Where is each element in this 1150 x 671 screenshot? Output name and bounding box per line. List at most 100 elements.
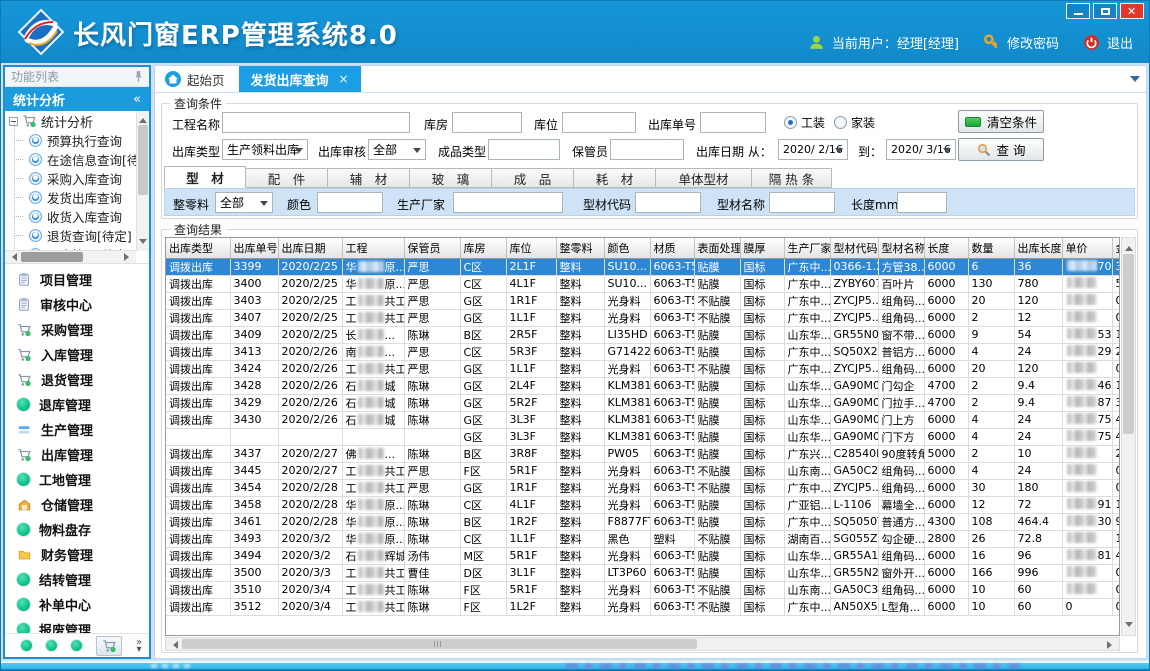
radio-home-decor[interactable]: 家装	[834, 114, 875, 131]
tree-item-6[interactable]: 退货查询[待定]	[5, 226, 136, 245]
column-header[interactable]: 整零料	[556, 238, 604, 258]
overflow-chevron[interactable]: »▾	[136, 639, 142, 653]
sidebar-module-13[interactable]: 结转管理	[5, 567, 149, 592]
column-header[interactable]: 材质	[650, 238, 694, 258]
manufacturer-input[interactable]	[453, 192, 563, 213]
audit-select[interactable]: 全部	[368, 139, 426, 160]
table-row[interactable]: G区3L3F整料KLM38176063-T5贴膜国标山东华...GA90M09.…	[166, 428, 1120, 445]
date-to-select[interactable]: 2020/ 3/16	[886, 139, 956, 160]
table-row[interactable]: 调拨出库34002020/2/25华原...严思C区4L1F整料SU10...6…	[166, 275, 1120, 292]
sidebar-module-15[interactable]: 报废管理	[5, 617, 149, 633]
search-button[interactable]: 查 询	[958, 138, 1044, 161]
date-from-select[interactable]: 2020/ 2/16	[778, 139, 848, 160]
material-tab-4[interactable]: 玻 璃	[410, 168, 492, 188]
material-tab-3[interactable]: 辅 材	[328, 168, 410, 188]
material-tab-7[interactable]: 单体型材	[656, 168, 752, 188]
column-header[interactable]: 出库类型	[166, 238, 230, 258]
column-header[interactable]: 表面处理	[694, 238, 740, 258]
material-tab-2[interactable]: 配 件	[246, 168, 328, 188]
tree-root[interactable]: 统计分析	[5, 111, 136, 131]
change-password-link[interactable]: 修改密码	[1007, 33, 1059, 52]
product-type-input[interactable]	[488, 139, 560, 160]
sidebar-module-3[interactable]: 采购管理	[5, 317, 149, 342]
table-vscroll-thumb[interactable]	[1123, 254, 1134, 434]
material-tab-6[interactable]: 耗 材	[574, 168, 656, 188]
scroll-down-icon[interactable]	[139, 239, 147, 248]
out-type-select[interactable]: 生产领料出库	[222, 139, 308, 160]
scroll-right-icon[interactable]	[124, 253, 133, 261]
module-dot-icon[interactable]	[21, 640, 32, 651]
sidebar-module-4[interactable]: 入库管理	[5, 342, 149, 367]
tab-close-icon[interactable]: ×	[339, 72, 349, 86]
column-header[interactable]: 型材代码	[830, 238, 878, 258]
table-row[interactable]: 调拨出库34542020/2/28工共工程严思G区1R1F整料光身料6063-T…	[166, 479, 1120, 496]
table-horizontal-scrollbar[interactable]	[165, 637, 1120, 651]
minimize-button[interactable]	[1066, 3, 1090, 19]
tree-item-3[interactable]: 采购入库查询	[5, 169, 136, 188]
sidebar-module-5[interactable]: 退货管理	[5, 367, 149, 392]
profile-name-input[interactable]	[769, 192, 835, 213]
material-tab-5[interactable]: 成 品	[492, 168, 574, 188]
table-row[interactable]: 调拨出库35102020/3/4工共工程陈琳F区5R1F整料光身料6063-T5…	[166, 581, 1120, 598]
column-header[interactable]: 出库日期	[278, 238, 342, 258]
scroll-down-icon[interactable]	[1125, 622, 1133, 631]
table-row[interactable]: 调拨出库34452020/2/27工共工程严思F区5R1F整料光身料6063-T…	[166, 462, 1120, 479]
tab-home[interactable]: 起始页	[155, 66, 239, 92]
material-tab-8[interactable]: 隔 热 条	[752, 168, 832, 188]
profile-code-input[interactable]	[635, 192, 701, 213]
table-row[interactable]: 调拨出库34032020/2/25工共工程严思G区1R1F整料光身料6063-T…	[166, 292, 1120, 309]
scroll-up-icon[interactable]	[139, 114, 147, 123]
table-row[interactable]: 调拨出库35122020/3/4工共工程陈琳F区1L2F整料光身料6063-T5…	[166, 598, 1120, 615]
clear-conditions-button[interactable]: 清空条件	[958, 110, 1044, 133]
order-no-input[interactable]	[700, 112, 766, 133]
module-dot-icon[interactable]	[46, 640, 57, 651]
color-input[interactable]	[317, 192, 383, 213]
table-row[interactable]: 调拨出库34242020/2/26工共工程严思G区1L1F整料光身料6063-T…	[166, 360, 1120, 377]
sidebar-module-2[interactable]: 审核中心	[5, 292, 149, 317]
table-row[interactable]: 调拨出库34292020/2/26石城陈琳G区5R2F整料KLM38176063…	[166, 394, 1120, 411]
column-header[interactable]: 库房	[460, 238, 506, 258]
table-row[interactable]: 调拨出库34132020/2/26南...严思C区5R3F整料G71422606…	[166, 343, 1120, 360]
sidebar-module-1[interactable]: 项目管理	[5, 267, 149, 292]
column-header[interactable]: 膜厚	[740, 238, 784, 258]
collapse-icon[interactable]: «	[133, 92, 141, 107]
column-header[interactable]: 数量	[968, 238, 1014, 258]
table-hscroll-thumb[interactable]	[182, 639, 697, 649]
warehouse-input[interactable]	[452, 112, 522, 133]
tree-item-5[interactable]: 收货入库查询	[5, 207, 136, 226]
maximize-button[interactable]	[1093, 3, 1117, 19]
column-header[interactable]: 出库长度	[1014, 238, 1062, 258]
table-row[interactable]: 调拨出库34282020/2/26石城陈琳G区2L4F整料KLM38176063…	[166, 377, 1120, 394]
module-dot-icon[interactable]	[71, 640, 82, 651]
scroll-up-icon[interactable]	[1125, 242, 1133, 251]
scroll-left-icon[interactable]	[8, 253, 17, 261]
column-header[interactable]: 金额	[1112, 238, 1120, 258]
tree-vertical-scrollbar[interactable]	[136, 111, 149, 251]
column-header[interactable]: 工程	[342, 238, 404, 258]
table-row[interactable]: 调拨出库34612020/2/28华原...陈琳B区1R2F整料F8877FT6…	[166, 513, 1120, 530]
table-row[interactable]: 调拨出库34092020/2/25长...陈琳B区2R5F整料LI35HD606…	[166, 326, 1120, 343]
project-name-input[interactable]	[222, 112, 410, 133]
logout-link[interactable]: 退出	[1107, 33, 1133, 52]
close-button[interactable]: ✕	[1120, 3, 1144, 19]
table-row[interactable]: 调拨出库34932020/3/2华原...陈琳C区1L1F整料黑色塑料不贴膜国标…	[166, 530, 1120, 547]
table-row[interactable]: 调拨出库34072020/2/25工共工程严思G区1L1F整料光身料6063-T…	[166, 309, 1120, 326]
column-header[interactable]: 出库单号	[230, 238, 278, 258]
pin-icon[interactable]	[134, 70, 143, 83]
column-header[interactable]: 生产厂家	[784, 238, 830, 258]
cart-module-button[interactable]	[96, 636, 122, 656]
sidebar-module-6[interactable]: 退库管理	[5, 392, 149, 417]
tree-horizontal-scrollbar[interactable]	[5, 250, 136, 263]
sidebar-module-11[interactable]: 物料盘存	[5, 517, 149, 542]
column-header[interactable]: 型材名称	[878, 238, 924, 258]
table-row[interactable]: 调拨出库34582020/2/28华原...陈琳C区4L1F整料光身料6063-…	[166, 496, 1120, 513]
sidebar-module-10[interactable]: 仓储管理	[5, 492, 149, 517]
sidebar-module-9[interactable]: 工地管理	[5, 467, 149, 492]
length-input[interactable]	[897, 192, 947, 213]
table-row[interactable]: 调拨出库35002020/3/3工共工程曹佳D区3L1F整料LT3P606063…	[166, 564, 1120, 581]
table-row[interactable]: 调拨出库34942020/3/2石辉城汤伟M区5R1F整料光身料6063-T5贴…	[166, 547, 1120, 564]
column-header[interactable]: 库位	[506, 238, 556, 258]
column-header[interactable]: 颜色	[604, 238, 650, 258]
scroll-left-icon[interactable]	[169, 641, 178, 649]
tree-item-2[interactable]: 在途信息查询[待定]	[5, 150, 136, 169]
